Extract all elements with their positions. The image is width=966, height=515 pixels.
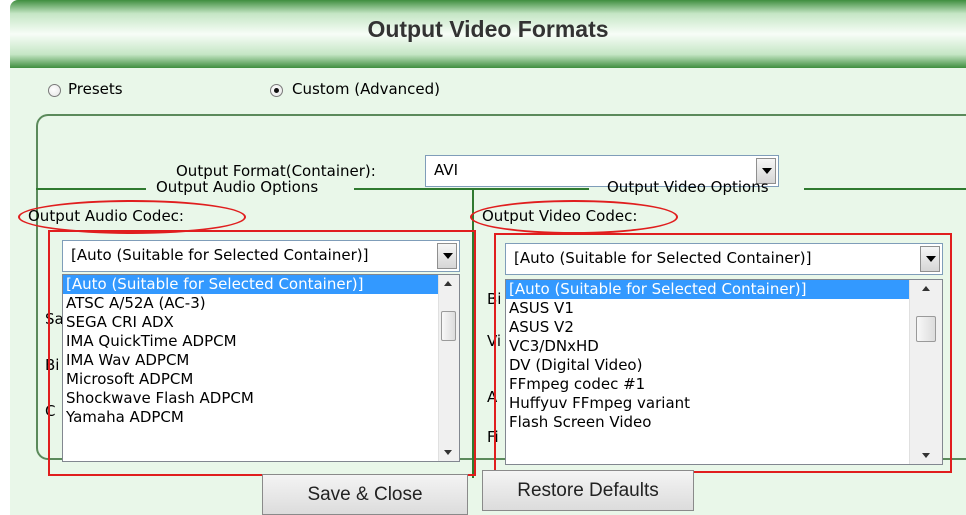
window-title: Output Video Formats xyxy=(367,16,609,42)
video-codec-annotation xyxy=(494,233,952,473)
presets-label[interactable]: Presets xyxy=(68,80,123,98)
custom-radio[interactable] xyxy=(270,84,283,97)
custom-label[interactable]: Custom (Advanced) xyxy=(292,80,440,98)
container-value: AVI xyxy=(434,161,458,179)
audio-codec-annotation xyxy=(48,230,476,476)
save-close-button[interactable]: Save & Close xyxy=(262,474,468,515)
restore-defaults-button[interactable]: Restore Defaults xyxy=(482,470,694,511)
presets-radio[interactable] xyxy=(48,84,61,97)
video-group-line-right xyxy=(804,188,966,190)
audio-label-annotation xyxy=(18,200,246,234)
audio-group-label: Output Audio Options xyxy=(156,178,319,196)
video-label-annotation xyxy=(470,200,678,234)
audio-group-line-left xyxy=(36,188,146,190)
video-group-label: Output Video Options xyxy=(607,178,769,196)
